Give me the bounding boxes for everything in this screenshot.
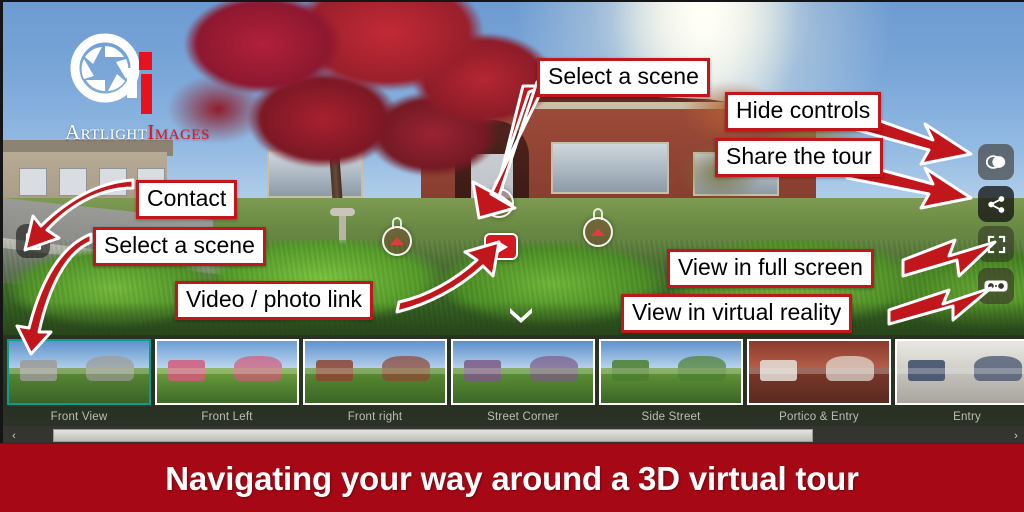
callout-hide-controls: Hide controls xyxy=(725,92,882,131)
thumbnail-item[interactable]: Portico & Entry xyxy=(747,339,891,423)
thumbnail-item[interactable]: Front View xyxy=(7,339,151,423)
fullscreen-icon xyxy=(987,235,1005,253)
share-icon xyxy=(987,195,1004,213)
scene-link-icon xyxy=(492,199,506,207)
thumbnail-label: Side Street xyxy=(641,411,701,423)
control-fullscreen[interactable] xyxy=(978,226,1014,262)
chevron-down-icon xyxy=(510,308,532,323)
play-icon xyxy=(497,240,508,253)
neighbour-window xyxy=(19,168,47,196)
thumbnail-label: Front Left xyxy=(201,411,253,423)
thumbnail-image[interactable] xyxy=(7,339,151,405)
control-hide-controls[interactable] xyxy=(978,144,1014,180)
neighbour-window xyxy=(99,168,127,196)
video-photo-hotspot[interactable] xyxy=(484,233,518,260)
thumbnail-scrollbar[interactable]: ‹ › xyxy=(3,426,1024,443)
thumbnail-label: Front right xyxy=(347,411,403,423)
scene-hotspot-left[interactable] xyxy=(382,217,412,256)
contact-button[interactable] xyxy=(16,224,50,258)
neighbour-window xyxy=(59,168,87,196)
scroll-right-arrow[interactable]: › xyxy=(1005,426,1024,443)
scene-hotspot-door[interactable] xyxy=(484,179,514,218)
scene-link-icon xyxy=(390,237,404,245)
title-banner: Navigating your way around a 3D virtual … xyxy=(0,443,1024,512)
scene-link-icon xyxy=(591,228,605,236)
callout-video-photo-link: Video / photo link xyxy=(175,281,374,320)
callout-select-scene-left: Select a scene xyxy=(93,227,266,266)
scroll-left-arrow[interactable]: ‹ xyxy=(3,426,25,443)
thumbnail-image[interactable] xyxy=(895,339,1024,405)
thumbnail-item[interactable]: Side Street xyxy=(599,339,743,423)
thumbnail-item[interactable]: Front Left xyxy=(155,339,299,423)
thumbnail-item[interactable]: Entry xyxy=(895,339,1024,423)
scene-hotspot-right[interactable] xyxy=(583,208,613,247)
thumbnail-image[interactable] xyxy=(599,339,743,405)
thumbnail-label: Portico & Entry xyxy=(779,411,859,423)
callout-view-virtual-reality: View in virtual reality xyxy=(621,294,853,333)
callout-share-tour: Share the tour xyxy=(715,138,883,177)
thumbnail-label: Front View xyxy=(50,411,108,423)
thumbnail-image[interactable] xyxy=(155,339,299,405)
virtual-tour-screenshot: ArtlightImages Front View Front Left Fro… xyxy=(0,0,1024,512)
thumbnail-item[interactable]: Front right xyxy=(303,339,447,423)
control-virtual-reality[interactable] xyxy=(978,268,1014,304)
expand-thumbnails-button[interactable] xyxy=(507,305,535,328)
thumbnail-image[interactable] xyxy=(303,339,447,405)
thumbnail-label: Street Corner xyxy=(487,411,559,423)
thumbnail-row: Front View Front Left Front right Street Co… xyxy=(7,339,1024,423)
hide-controls-icon xyxy=(985,155,1006,169)
thumbnail-item[interactable]: Street Corner xyxy=(451,339,595,423)
scroll-thumb[interactable] xyxy=(53,429,813,442)
callout-select-scene-top: Select a scene xyxy=(537,58,710,97)
control-share[interactable] xyxy=(978,186,1014,222)
callout-contact: Contact xyxy=(136,180,238,219)
panorama-viewer[interactable]: ArtlightImages Front View Front Left Fro… xyxy=(0,0,1024,443)
banner-title: Navigating your way around a 3D virtual … xyxy=(165,459,859,497)
contact-card-icon xyxy=(25,232,41,250)
thumbnail-image[interactable] xyxy=(451,339,595,405)
scroll-track[interactable] xyxy=(25,429,1005,442)
thumbnail-image[interactable] xyxy=(747,339,891,405)
thumbnail-label: Entry xyxy=(953,411,981,423)
callout-view-full-screen: View in full screen xyxy=(667,249,874,288)
vr-goggles-icon xyxy=(984,280,1008,292)
